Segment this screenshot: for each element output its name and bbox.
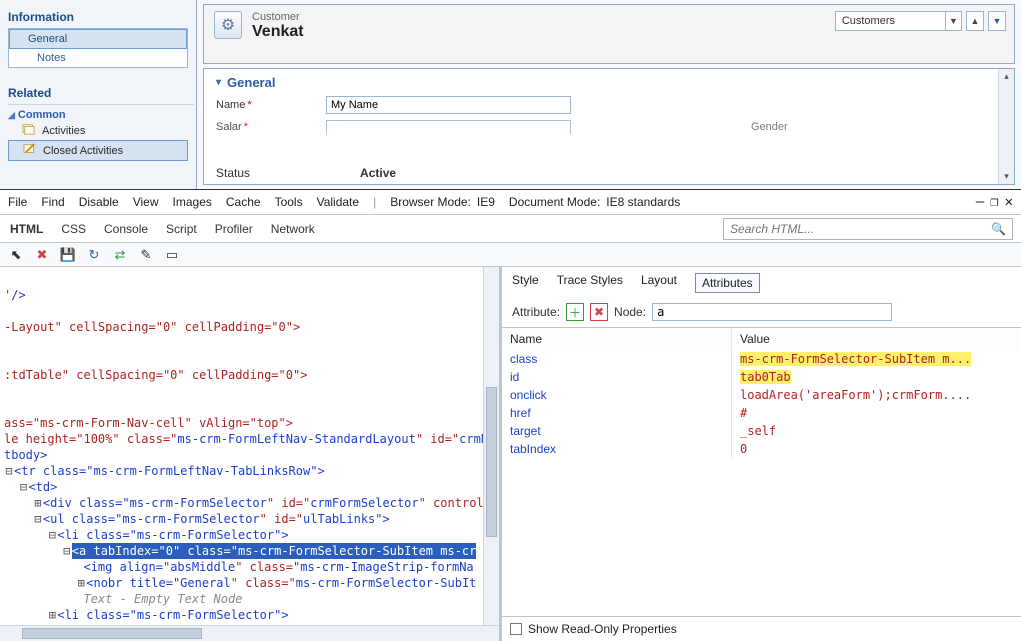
scroll-up-icon[interactable]: ▴ xyxy=(1004,69,1009,84)
entity-name: Venkat xyxy=(252,23,304,41)
browser-mode-value[interactable]: IE9 xyxy=(477,195,495,209)
menu-file[interactable]: File xyxy=(8,195,27,209)
devtools-menu: File Find Disable View Images Cache Tool… xyxy=(0,190,1021,215)
activities-icon xyxy=(22,123,36,138)
readonly-label: Show Read-Only Properties xyxy=(528,622,677,636)
devtools-tabs: HTML CSS Console Script Profiler Network… xyxy=(0,215,1021,243)
entity-type: Customer xyxy=(252,11,304,23)
tab-css[interactable]: CSS xyxy=(59,216,88,242)
search-input[interactable] xyxy=(724,222,985,236)
section-toggle-icon: ▾ xyxy=(216,77,221,88)
nav-information: General Notes xyxy=(8,28,188,68)
dom-hscrollbar[interactable] xyxy=(0,625,499,641)
rp-tab-layout[interactable]: Layout xyxy=(641,273,677,293)
menu-find[interactable]: Find xyxy=(41,195,64,209)
select-element-icon[interactable]: ⬉ xyxy=(8,247,24,263)
nav-activities[interactable]: Activities xyxy=(8,121,188,140)
wrap-icon[interactable]: ⇄ xyxy=(112,247,128,263)
attr-row[interactable]: idtab0Tab xyxy=(502,368,1021,386)
information-heading: Information xyxy=(8,10,188,24)
add-attribute-button[interactable]: ＋ xyxy=(566,303,584,321)
minimize-button[interactable]: — xyxy=(976,194,984,210)
tab-console[interactable]: Console xyxy=(102,216,150,242)
nav-closed-activities[interactable]: Closed Activities xyxy=(8,140,188,161)
salary-field[interactable] xyxy=(326,120,571,134)
attr-row[interactable]: target_self xyxy=(502,422,1021,440)
rp-tab-style[interactable]: Style xyxy=(512,273,539,293)
attr-row[interactable]: href# xyxy=(502,404,1021,422)
refresh-icon[interactable]: ↻ xyxy=(86,247,102,263)
menu-validate[interactable]: Validate xyxy=(317,195,359,209)
section-header-general[interactable]: ▾ General xyxy=(216,75,1002,90)
properties-panel: Style Trace Styles Layout Attributes Att… xyxy=(502,267,1021,641)
attr-row[interactable]: onclickloadArea('areaForm');crmForm.... xyxy=(502,386,1021,404)
devtools: File Find Disable View Images Cache Tool… xyxy=(0,190,1021,641)
label-gender: Gender xyxy=(751,121,788,133)
scroll-down-icon[interactable]: ▾ xyxy=(1004,169,1009,184)
search-icon[interactable]: 🔍 xyxy=(985,222,1012,236)
label-status: Status xyxy=(216,166,250,180)
status-value: Active xyxy=(360,166,396,180)
attributes-grid: Name Value classms-crm-FormSelector-SubI… xyxy=(502,327,1021,458)
chevron-down-icon[interactable]: ▼ xyxy=(945,12,961,30)
node-label: Node: xyxy=(614,305,646,319)
col-header-name[interactable]: Name xyxy=(502,328,732,350)
common-group-header[interactable]: ◢ Common xyxy=(8,109,188,121)
save-icon[interactable]: 💾 xyxy=(60,247,76,263)
close-button[interactable]: ✕ xyxy=(1005,194,1013,210)
attr-row[interactable]: tabIndex0 xyxy=(502,440,1021,458)
edit-icon[interactable]: ✎ xyxy=(138,247,154,263)
form-area: ▾ General Name* Salar* Gender Status Act… xyxy=(203,68,1015,185)
attr-row[interactable]: classms-crm-FormSelector-SubItem m... xyxy=(502,350,1021,368)
nav-up-button[interactable]: ▲ xyxy=(966,11,984,31)
rp-tab-attributes[interactable]: Attributes xyxy=(695,273,760,293)
restore-button[interactable]: ❐ xyxy=(990,194,998,210)
record-header: ⚙ Customer Venkat Customers ▼ ▲ ▼ xyxy=(203,4,1015,64)
form-scrollbar[interactable]: ▴ ▾ xyxy=(998,69,1014,184)
tab-html[interactable]: HTML xyxy=(8,216,45,242)
document-mode-label: Document Mode: xyxy=(509,195,600,209)
tab-network[interactable]: Network xyxy=(269,216,317,242)
label-name: Name* xyxy=(216,99,326,111)
tab-script[interactable]: Script xyxy=(164,216,199,242)
sidebar: Information General Notes Related ◢ Comm… xyxy=(0,0,197,189)
node-input[interactable] xyxy=(652,303,892,321)
entity-icon: ⚙ xyxy=(214,11,242,39)
label-salary: Salar* xyxy=(216,121,326,133)
closed-activities-icon xyxy=(23,143,37,158)
document-mode-value[interactable]: IE8 standards xyxy=(606,195,680,209)
nav-general[interactable]: General xyxy=(9,29,187,49)
search-html[interactable]: 🔍 xyxy=(723,218,1013,240)
dom-vscrollbar[interactable] xyxy=(483,267,499,625)
nav-notes[interactable]: Notes xyxy=(9,49,187,67)
name-field[interactable] xyxy=(326,96,571,114)
menu-images[interactable]: Images xyxy=(173,195,212,209)
dom-tree[interactable]: '/> -Layout" cellSpacing="0" cellPadding… xyxy=(0,267,483,625)
related-heading: Related xyxy=(8,86,188,100)
outline-icon[interactable]: ▭ xyxy=(164,247,180,263)
menu-tools[interactable]: Tools xyxy=(275,195,303,209)
nav-down-button[interactable]: ▼ xyxy=(988,11,1006,31)
menu-cache[interactable]: Cache xyxy=(226,195,261,209)
menu-view[interactable]: View xyxy=(133,195,159,209)
col-header-value[interactable]: Value xyxy=(732,328,1021,350)
menu-disable[interactable]: Disable xyxy=(79,195,119,209)
browser-mode-label: Browser Mode: xyxy=(390,195,471,209)
remove-attribute-button[interactable]: ✖ xyxy=(590,303,608,321)
devtools-toolbar: ⬉ ✖ 💾 ↻ ⇄ ✎ ▭ xyxy=(0,243,1021,267)
attribute-label: Attribute: xyxy=(512,305,560,319)
dom-tree-panel[interactable]: '/> -Layout" cellSpacing="0" cellPadding… xyxy=(0,267,502,641)
readonly-checkbox[interactable] xyxy=(510,623,522,635)
tab-profiler[interactable]: Profiler xyxy=(213,216,255,242)
clear-cache-icon[interactable]: ✖ xyxy=(34,247,50,263)
collapse-icon: ◢ xyxy=(8,110,15,121)
rp-tab-trace[interactable]: Trace Styles xyxy=(557,273,623,293)
related-lookup[interactable]: Customers ▼ xyxy=(835,11,962,31)
